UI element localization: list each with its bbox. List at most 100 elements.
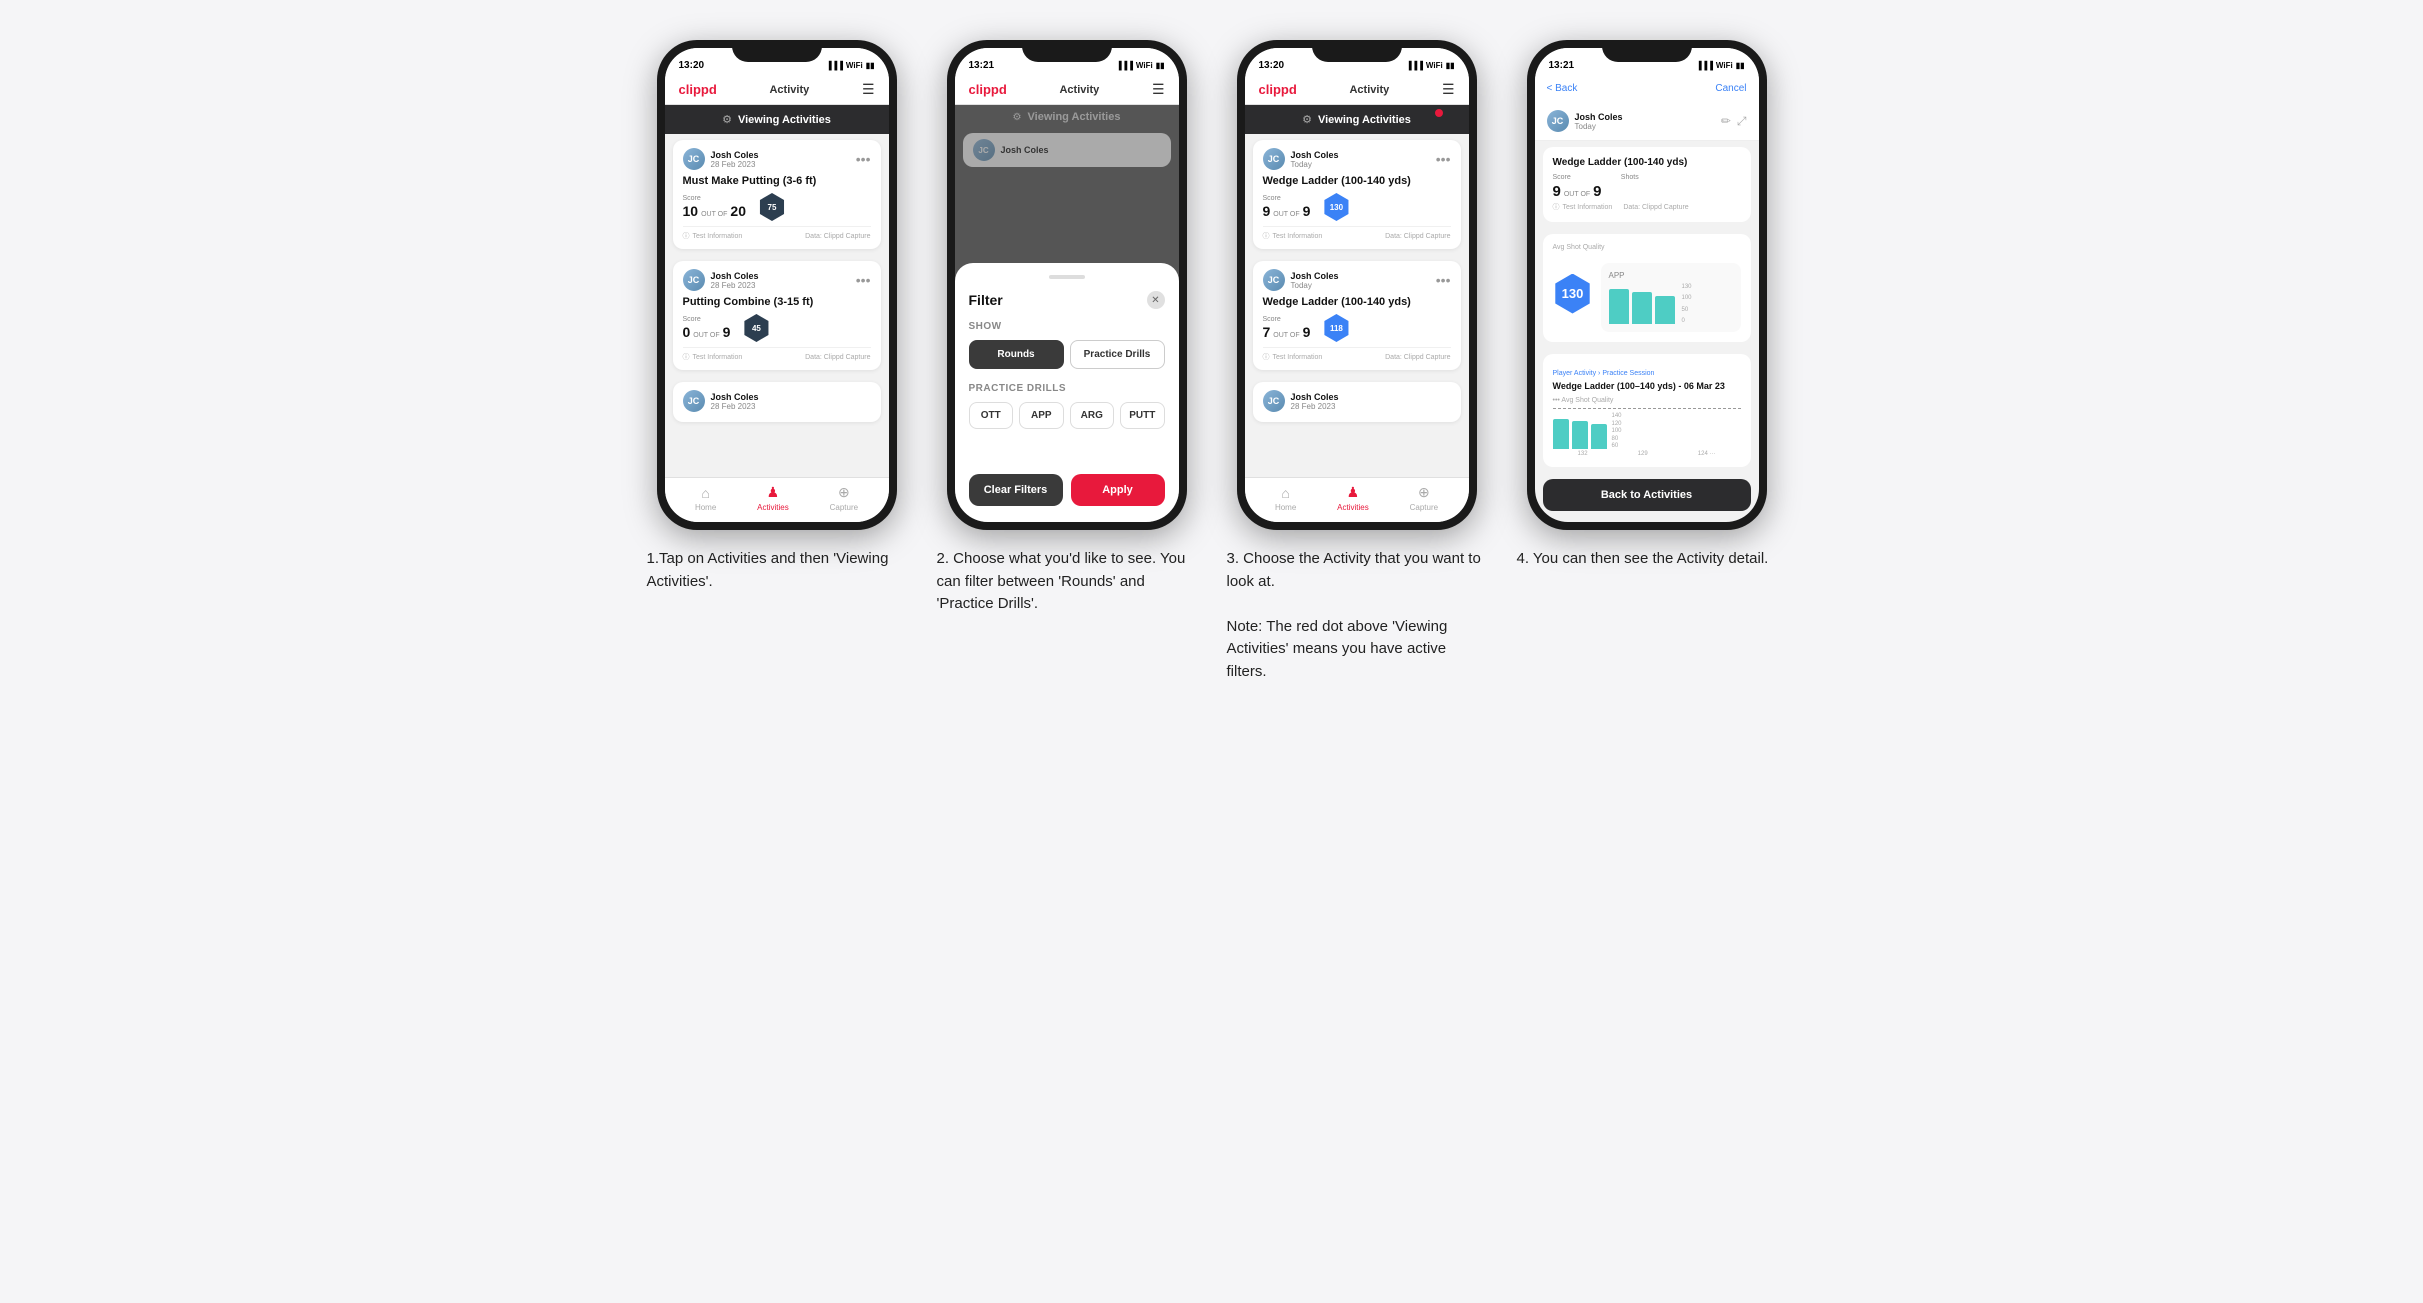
footer-info-r-1-1: Data: Clippd Capture — [805, 231, 870, 241]
rounds-toggle-2[interactable]: Rounds — [969, 340, 1064, 369]
toggle-row-2: Rounds Practice Drills — [969, 340, 1165, 369]
card-header-1-1: JC Josh Coles 28 Feb 2023 ••• — [683, 148, 871, 170]
hamburger-icon-1[interactable]: ☰ — [862, 81, 875, 98]
clear-filters-btn-2[interactable]: Clear Filters — [969, 474, 1063, 506]
signal-icon-2: ▐▐▐ — [1116, 61, 1133, 70]
signal-icon-3: ▐▐▐ — [1406, 61, 1423, 70]
close-filter-2[interactable]: ✕ — [1147, 291, 1165, 309]
nav-capture-3[interactable]: ⊕ Capture — [1410, 484, 1438, 512]
expand-icon-4[interactable]: ⤢ — [1737, 114, 1747, 129]
mini-y-4: 140 120 100 80 60 — [1612, 413, 1622, 449]
activity-card-1-1[interactable]: JC Josh Coles 28 Feb 2023 ••• Must Make … — [673, 140, 881, 249]
scroll-area-1: JC Josh Coles 28 Feb 2023 ••• Must Make … — [665, 134, 889, 477]
nav-home-3[interactable]: ⌂ Home — [1275, 485, 1296, 512]
back-link-4[interactable]: < Back — [1547, 83, 1578, 94]
status-icons-2: ▐▐▐ WiFi ▮▮ — [1116, 61, 1165, 70]
footer-info-r-1-2: Data: Clippd Capture — [805, 352, 870, 362]
big-hex-4: 130 — [1553, 274, 1593, 314]
card-user-1-1: JC Josh Coles 28 Feb 2023 — [683, 148, 759, 170]
hamburger-icon-3[interactable]: ☰ — [1442, 81, 1455, 98]
battery-icon-4: ▮▮ — [1736, 61, 1745, 70]
user-name-1-1: Josh Coles — [711, 150, 759, 160]
user-name-3-2: Josh Coles — [1291, 271, 1339, 281]
wifi-icon-4: WiFi — [1716, 61, 1733, 70]
card-stats-1-1: Score 10 OUT OF 20 75 — [683, 193, 871, 221]
screen-2-column: 13:21 ▐▐▐ WiFi ▮▮ clippd Activity ☰ — [937, 40, 1197, 616]
card-user-1-3: JC Josh Coles 28 Feb 2023 — [683, 390, 759, 412]
more-dots-3-2[interactable]: ••• — [1436, 272, 1451, 288]
bottom-nav-1: ⌂ Home ♟ Activities ⊕ Capture — [665, 477, 889, 522]
drill-putt-2[interactable]: PUTT — [1120, 402, 1165, 429]
score-value-group-3-1: 9 OUT OF 9 — [1263, 203, 1311, 219]
scroll-area-4: Wedge Ladder (100-140 yds) Score Shots 9… — [1535, 141, 1759, 522]
wifi-icon-2: WiFi — [1136, 61, 1153, 70]
avatar-1-3: JC — [683, 390, 705, 412]
info-icon-4: ⓘ — [1553, 202, 1560, 212]
footer-info-l-1-2: ⓘ Test Information — [683, 352, 743, 362]
cancel-link-4[interactable]: Cancel — [1715, 83, 1746, 94]
activity-card-3-3: JC Josh Coles 28 Feb 2023 — [1253, 382, 1461, 422]
notch-2 — [1022, 40, 1112, 62]
user-date-1-1: 28 Feb 2023 — [711, 160, 759, 169]
blurred-card-2: JC Josh Coles — [963, 133, 1171, 167]
nav-activities-1[interactable]: ♟ Activities — [757, 484, 789, 512]
card-header-3-1: JC Josh Coles Today ••• — [1263, 148, 1451, 170]
nav-activities-3[interactable]: ♟ Activities — [1337, 484, 1369, 512]
battery-icon: ▮▮ — [866, 61, 875, 70]
hamburger-icon-2[interactable]: ☰ — [1152, 81, 1165, 98]
drills-toggle-2[interactable]: Practice Drills — [1070, 340, 1165, 369]
score-group-3-2: Score 7 OUT OF 9 — [1263, 316, 1311, 340]
signal-icon: ▐▐▐ — [826, 61, 843, 70]
filter-icon-1: ⚙ — [722, 113, 732, 126]
practice-label-2: Practice Drills — [969, 383, 1165, 394]
score-group-1-2: Score 0 OUT OF 9 — [683, 316, 731, 340]
user-date-1-2: 28 Feb 2023 — [711, 281, 759, 290]
activity-card-3-2[interactable]: JC Josh Coles Today ••• Wedge Ladder (10… — [1253, 261, 1461, 370]
avg-sq-row-4: 130 APP — [1553, 255, 1741, 332]
filter-actions-2: Clear Filters Apply — [969, 474, 1165, 506]
more-dots-3-1[interactable]: ••• — [1436, 151, 1451, 167]
signal-icon-4: ▐▐▐ — [1696, 61, 1713, 70]
nav-home-1[interactable]: ⌂ Home — [695, 485, 716, 512]
detail-card-top-4: Wedge Ladder (100-140 yds) Score Shots 9… — [1553, 157, 1741, 200]
chart-bar-3-4 — [1655, 296, 1675, 324]
nav-title-1: Activity — [769, 84, 809, 96]
activity-card-3-1[interactable]: JC Josh Coles Today ••• Wedge Ladder (10… — [1253, 140, 1461, 249]
info-icon-1-2: ⓘ — [683, 352, 690, 362]
activities-banner-3[interactable]: ⚙ Viewing Activities — [1245, 105, 1469, 134]
score-group-1-1: Score 10 OUT OF 20 — [683, 195, 746, 219]
card-title-3-1: Wedge Ladder (100-140 yds) — [1263, 175, 1451, 187]
user-info-3-1: Josh Coles Today — [1291, 150, 1339, 169]
caption-4: 4. You can then see the Activity detail. — [1517, 548, 1777, 571]
score-group-3-1: Score 9 OUT OF 9 — [1263, 195, 1311, 219]
drill-ott-2[interactable]: OTT — [969, 402, 1014, 429]
activity-card-1-2[interactable]: JC Josh Coles 28 Feb 2023 ••• Putting Co… — [673, 261, 881, 370]
app-nav-3: clippd Activity ☰ — [1245, 75, 1469, 105]
user-info-4: Josh Coles Today — [1575, 112, 1623, 131]
more-dots-1-2[interactable]: ••• — [856, 272, 871, 288]
user-date-3-1: Today — [1291, 160, 1339, 169]
filter-icon-2: ⚙ — [1013, 112, 1022, 123]
drill-arg-2[interactable]: ARG — [1070, 402, 1115, 429]
activities-banner-1[interactable]: ⚙ Viewing Activities — [665, 105, 889, 134]
chart-bar-2-4 — [1632, 292, 1652, 324]
banner-text-3: Viewing Activities — [1318, 114, 1411, 126]
apply-btn-2[interactable]: Apply — [1071, 474, 1165, 506]
drill-app-2[interactable]: APP — [1019, 402, 1064, 429]
footer-info-l-1-1: ⓘ Test Information — [683, 231, 743, 241]
avg-sq-label-4: Avg Shot Quality — [1553, 244, 1741, 251]
user-name-1-2: Josh Coles — [711, 271, 759, 281]
chart-title-4: APP — [1609, 271, 1733, 280]
back-activities-btn-4[interactable]: Back to Activities — [1543, 479, 1751, 511]
sheet-header-2: Filter ✕ — [969, 291, 1165, 309]
blurred-banner-2: ⚙ Viewing Activities — [955, 105, 1179, 129]
nav-capture-1[interactable]: ⊕ Capture — [830, 484, 858, 512]
avatar-3-1: JC — [1263, 148, 1285, 170]
phone-4-inner: 13:21 ▐▐▐ WiFi ▮▮ < Back Cancel — [1535, 48, 1759, 522]
more-dots-1-1[interactable]: ••• — [856, 151, 871, 167]
detail-score-labels-4: Score Shots — [1553, 174, 1688, 181]
score-val-1-1: 10 — [683, 203, 699, 219]
edit-icon-4[interactable]: ✏ — [1721, 114, 1731, 129]
card-title-3-2: Wedge Ladder (100-140 yds) — [1263, 296, 1451, 308]
caption-1: 1.Tap on Activities and then 'Viewing Ac… — [647, 548, 907, 593]
